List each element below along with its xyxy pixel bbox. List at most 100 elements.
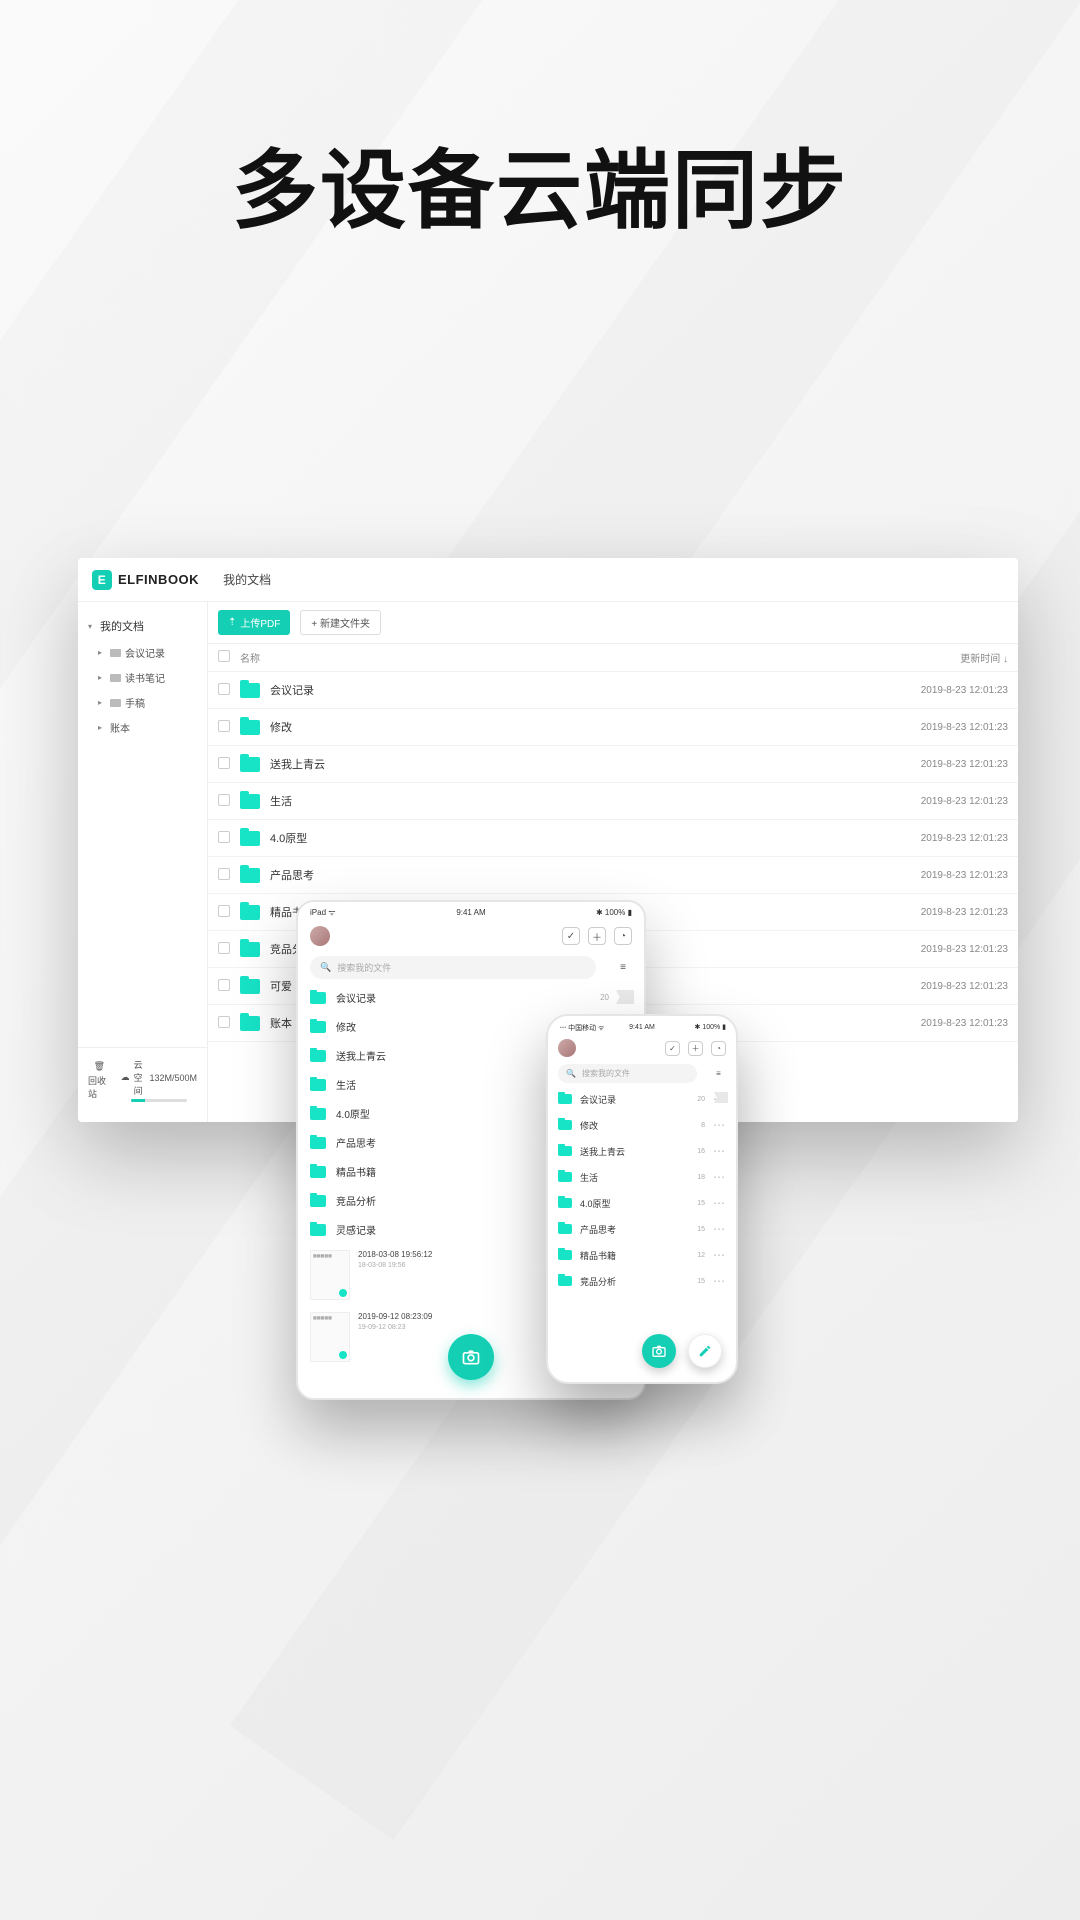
col-name[interactable]: 名称 — [234, 650, 878, 665]
folder-icon — [558, 1198, 572, 1208]
sidebar-item[interactable]: 读书笔记 — [78, 665, 207, 690]
row-time: 2019-8-23 12:01:23 — [878, 759, 1008, 770]
row-name: 产品思考 — [270, 867, 878, 883]
list-item[interactable]: 修改 8 ⋯ — [558, 1112, 726, 1138]
sidebar-item[interactable]: 会议记录 — [78, 640, 207, 665]
doc-title: 2019-09-12 08:23:09 — [358, 1312, 432, 1321]
folder-icon — [558, 1120, 572, 1130]
row-checkbox[interactable] — [218, 1016, 234, 1031]
table-row[interactable]: 会议记录 2019-8-23 12:01:23 — [208, 672, 1018, 709]
history-button[interactable]: ◔ — [711, 1041, 726, 1056]
table-row[interactable]: 送我上青云 2019-8-23 12:01:23 — [208, 746, 1018, 783]
more-icon[interactable]: ⋯ — [713, 1274, 726, 1288]
row-checkbox[interactable] — [218, 683, 234, 698]
item-name: 生活 — [580, 1171, 697, 1184]
row-checkbox[interactable] — [218, 831, 234, 846]
folder-icon — [110, 649, 121, 657]
row-checkbox[interactable] — [218, 942, 234, 957]
table-row[interactable]: 4.0原型 2019-8-23 12:01:23 — [208, 820, 1018, 857]
avatar[interactable] — [310, 926, 330, 946]
check-button[interactable]: ✓ — [562, 927, 580, 945]
search-input[interactable]: 🔍 搜索我的文件 — [310, 956, 596, 979]
list-item[interactable]: 4.0原型 15 ⋯ — [558, 1190, 726, 1216]
more-icon[interactable]: ⋯ — [713, 1144, 726, 1158]
row-checkbox[interactable] — [218, 905, 234, 920]
row-checkbox[interactable] — [218, 757, 234, 772]
row-name: 4.0原型 — [270, 830, 878, 846]
search-input[interactable]: 🔍 搜索我的文件 — [558, 1064, 697, 1083]
doc-thumbnail: ▩▩▩▩▩ — [310, 1312, 350, 1362]
search-icon: 🔍 — [320, 962, 331, 973]
status-bar: ᠁ 中国移动 ᯤ 9:41 AM ✱ 100% ▮ — [548, 1016, 736, 1035]
menu-icon: ≡ — [716, 1069, 721, 1078]
camera-icon — [461, 1347, 481, 1367]
upload-pdf-button[interactable]: ⇡ 上传PDF — [218, 610, 290, 635]
item-name: 会议记录 — [336, 990, 600, 1005]
list-item[interactable]: 竞品分析 15 ⋯ — [558, 1268, 726, 1294]
folder-icon — [240, 794, 260, 809]
row-time: 2019-8-23 12:01:23 — [878, 685, 1008, 696]
row-checkbox[interactable] — [218, 979, 234, 994]
row-name: 送我上青云 — [270, 756, 878, 772]
item-count: 16 — [697, 1148, 705, 1155]
item-count: 15 — [697, 1200, 705, 1207]
menu-button[interactable]: ≡ — [711, 1066, 726, 1081]
more-icon[interactable]: ⋯ — [713, 1118, 726, 1132]
camera-fab[interactable] — [642, 1334, 676, 1368]
menu-icon: ≡ — [620, 962, 626, 973]
history-button[interactable]: ◔ — [614, 927, 632, 945]
list-item[interactable]: 会议记录 20 ⋯ — [558, 1086, 726, 1112]
menu-button[interactable]: ≡ — [614, 959, 632, 977]
item-name: 会议记录 — [580, 1093, 697, 1106]
sidebar-item[interactable]: 账本 — [78, 715, 207, 740]
more-icon[interactable]: ⋯ — [713, 1248, 726, 1262]
row-name: 修改 — [270, 719, 878, 735]
more-icon[interactable]: ⋯ — [713, 1222, 726, 1236]
camera-fab[interactable] — [448, 1334, 494, 1380]
list-item[interactable]: 送我上青云 16 ⋯ — [558, 1138, 726, 1164]
item-name: 精品书籍 — [580, 1249, 697, 1262]
row-name: 会议记录 — [270, 682, 878, 698]
row-checkbox[interactable] — [218, 720, 234, 735]
row-time: 2019-8-23 12:01:23 — [878, 870, 1008, 881]
trash-button[interactable]: 🗑 回收站 — [88, 1061, 111, 1100]
folder-icon — [310, 1195, 326, 1207]
item-name: 4.0原型 — [580, 1197, 697, 1210]
add-button[interactable]: ＋ — [588, 927, 606, 945]
folder-icon — [310, 992, 326, 1004]
hero-title: 多设备云端同步 — [0, 120, 1080, 245]
cloud-icon: ☁ — [121, 1072, 130, 1083]
list-item[interactable]: 生活 18 ⋯ — [558, 1164, 726, 1190]
list-item[interactable]: 精品书籍 12 ⋯ — [558, 1242, 726, 1268]
more-icon[interactable]: ⋯ — [713, 1170, 726, 1184]
table-row[interactable]: 生活 2019-8-23 12:01:23 — [208, 783, 1018, 820]
folder-icon — [310, 1108, 326, 1120]
doc-thumbnail: ▩▩▩▩▩ — [310, 1250, 350, 1300]
sidebar-root[interactable]: 我的文档 — [78, 612, 207, 640]
col-updated[interactable]: 更新时间 ↓ — [878, 650, 1008, 665]
avatar[interactable] — [558, 1039, 576, 1057]
select-all-checkbox[interactable] — [218, 650, 234, 665]
more-icon[interactable]: ⋯ — [713, 1196, 726, 1210]
folder-icon — [558, 1276, 572, 1286]
folder-icon — [558, 1250, 572, 1260]
new-folder-button[interactable]: + 新建文件夹 — [300, 610, 381, 635]
row-checkbox[interactable] — [218, 794, 234, 809]
list-item[interactable]: 会议记录 20 ⋯ — [310, 983, 632, 1012]
folder-icon — [558, 1224, 572, 1234]
cloud-storage[interactable]: ☁ 云空间 132M/500M — [121, 1058, 197, 1102]
table-row[interactable]: 修改 2019-8-23 12:01:23 — [208, 709, 1018, 746]
list-item[interactable]: 产品思考 15 ⋯ — [558, 1216, 726, 1242]
folder-icon — [310, 1079, 326, 1091]
row-checkbox[interactable] — [218, 868, 234, 883]
sidebar-item[interactable]: 手稿 — [78, 690, 207, 715]
edit-fab[interactable] — [688, 1334, 722, 1368]
table-row[interactable]: 产品思考 2019-8-23 12:01:23 — [208, 857, 1018, 894]
item-count: 20 — [697, 1096, 705, 1103]
folder-icon — [110, 674, 121, 682]
folder-icon — [240, 979, 260, 994]
check-button[interactable]: ✓ — [665, 1041, 680, 1056]
synced-icon — [339, 1289, 347, 1297]
add-button[interactable]: ＋ — [688, 1041, 703, 1056]
check-icon: ✓ — [567, 931, 575, 942]
